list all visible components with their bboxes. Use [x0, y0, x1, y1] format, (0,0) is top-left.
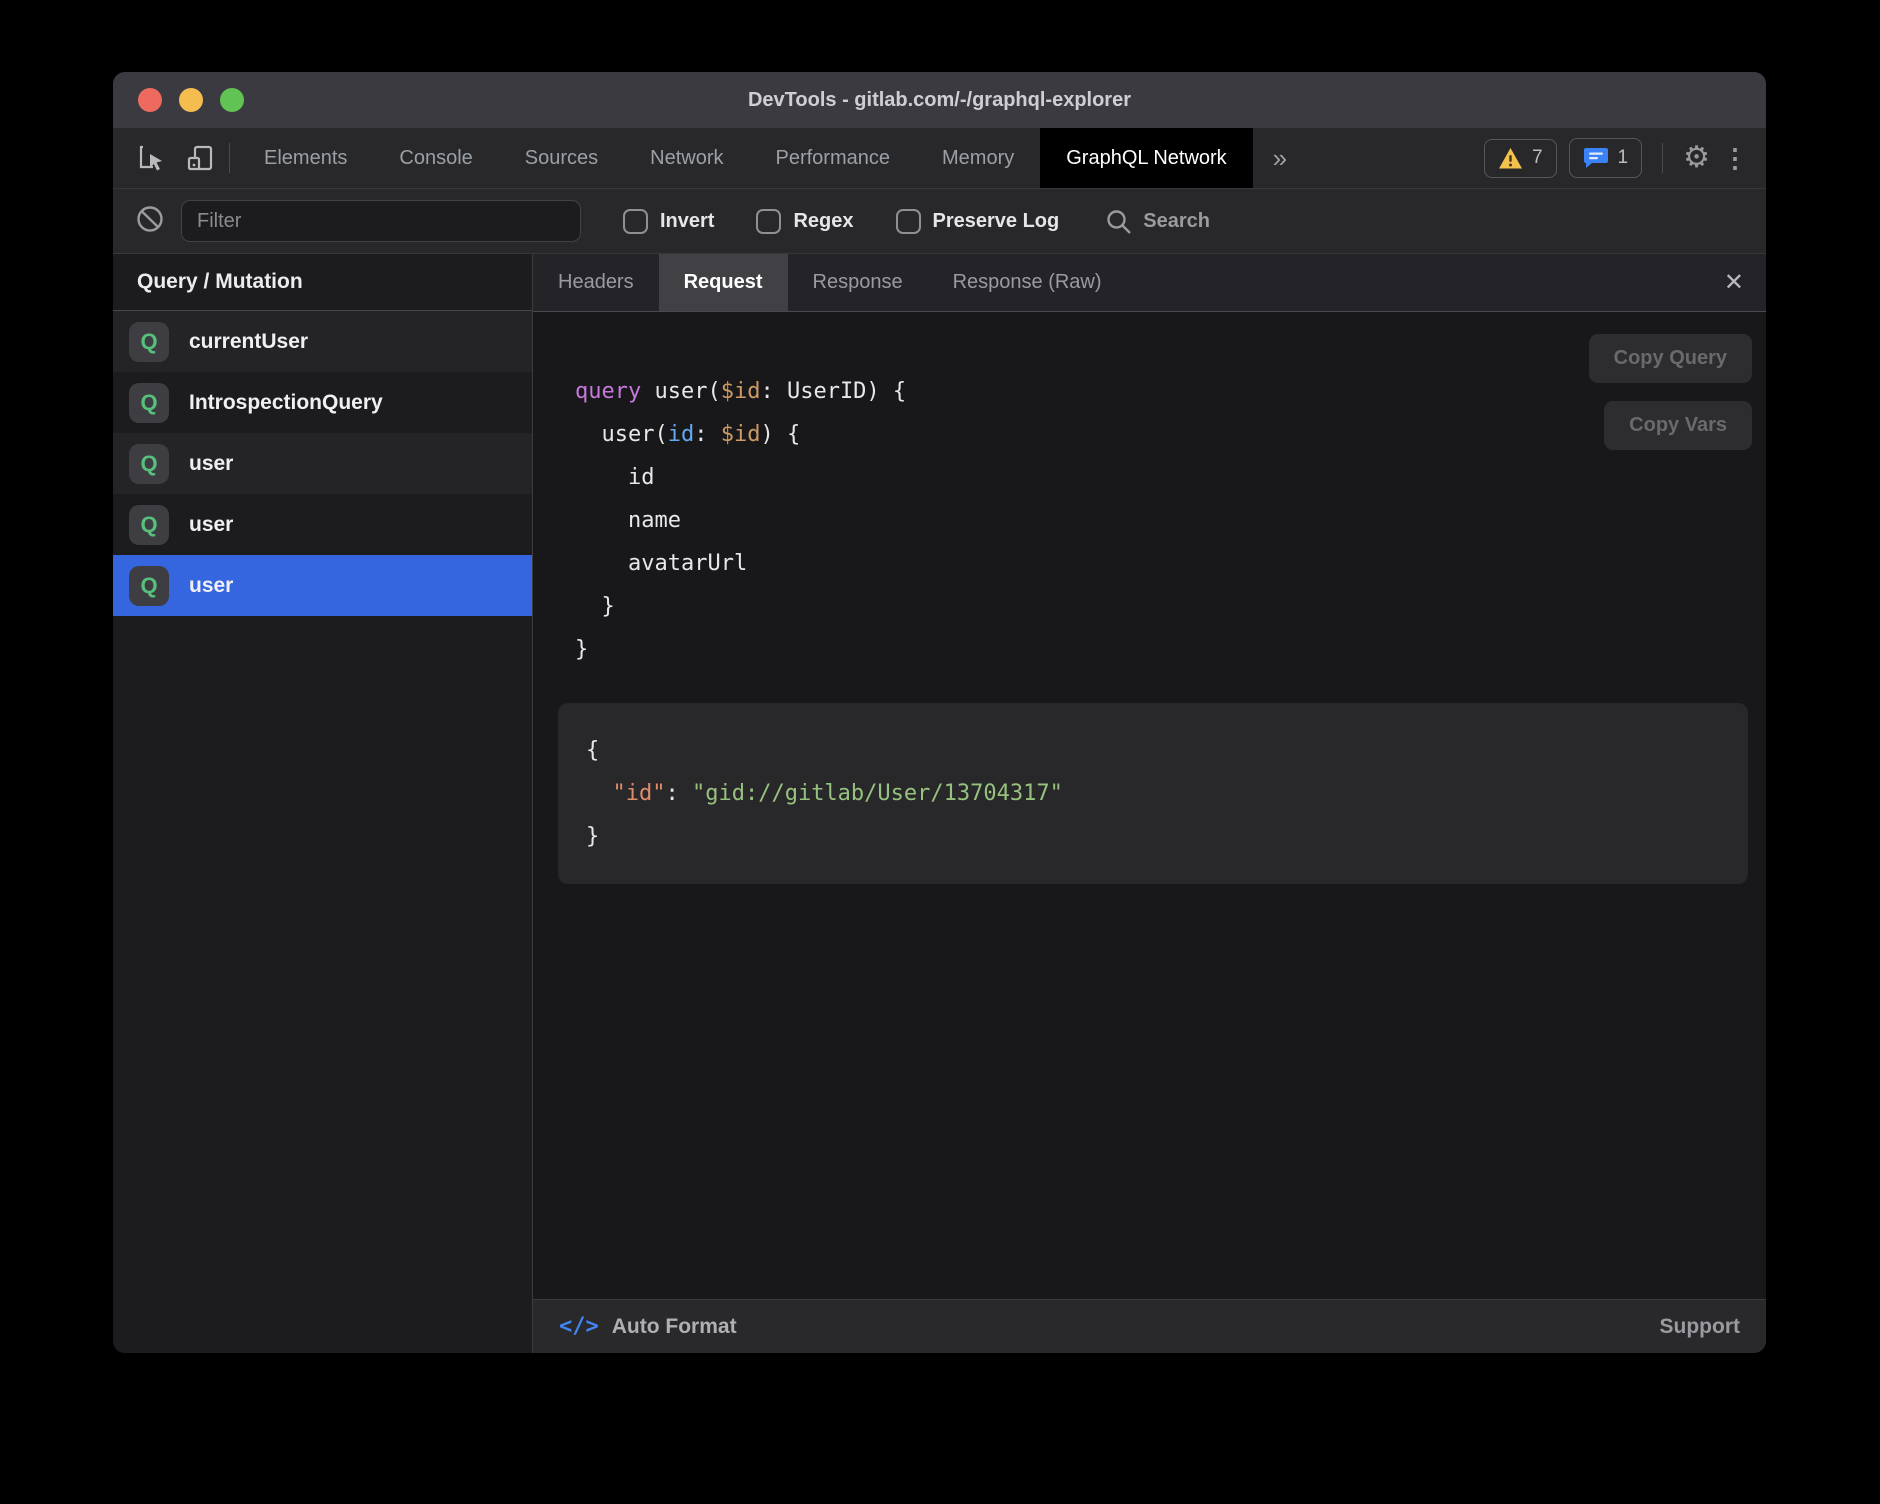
variables-box: { "id": "gid://gitlab/User/13704317"} — [558, 703, 1748, 884]
code-line: query user($id: UserID) { — [575, 370, 1750, 413]
query-name-label: IntrospectionQuery — [189, 391, 383, 415]
clear-block-icon[interactable] — [135, 204, 165, 239]
query-type-badge: Q — [129, 444, 169, 484]
variables-json-code[interactable]: { "id": "gid://gitlab/User/13704317"} — [586, 729, 1720, 858]
copy-query-button[interactable]: Copy Query — [1589, 334, 1752, 383]
warnings-count: 7 — [1532, 147, 1543, 169]
tabbar-right-controls: 7 1 ⚙ ⋮ — [1484, 128, 1766, 188]
auto-format-label: Auto Format — [612, 1315, 737, 1339]
code-line: "id": "gid://gitlab/User/13704317" — [586, 772, 1720, 815]
traffic-lights — [138, 88, 244, 112]
inspect-element-icon[interactable] — [131, 137, 173, 179]
query-list-sidebar: Query / Mutation QcurrentUserQIntrospect… — [113, 254, 533, 1353]
checkbox-regex[interactable]: Regex — [756, 209, 853, 234]
copy-vars-button[interactable]: Copy Vars — [1604, 401, 1752, 450]
search-control[interactable]: Search — [1105, 208, 1210, 235]
tabbar-right-separator — [1662, 143, 1663, 173]
checkbox-label: Invert — [660, 210, 714, 233]
zoom-window-button[interactable] — [220, 88, 244, 112]
detail-tabs: HeadersRequestResponseResponse (Raw) — [533, 254, 1127, 311]
query-name-label: user — [189, 574, 233, 598]
graphql-query-code[interactable]: query user($id: UserID) { user(id: $id) … — [575, 370, 1750, 671]
issues-count: 1 — [1618, 147, 1629, 169]
checkbox-box[interactable] — [756, 209, 781, 234]
request-content: Copy Query Copy Vars query user($id: Use… — [533, 312, 1766, 1299]
tab-elements[interactable]: Elements — [238, 128, 373, 188]
message-bubble-icon — [1583, 146, 1609, 170]
support-link[interactable]: Support — [1660, 1315, 1740, 1339]
search-icon — [1105, 208, 1132, 235]
auto-format-control[interactable]: </> Auto Format — [559, 1314, 737, 1339]
query-name-label: user — [189, 513, 233, 537]
settings-gear-icon[interactable]: ⚙ — [1683, 143, 1710, 173]
customize-menu-icon[interactable]: ⋮ — [1722, 143, 1748, 174]
code-line: avatarUrl — [575, 542, 1750, 585]
code-line: user(id: $id) { — [575, 413, 1750, 456]
code-brackets-icon: </> — [559, 1314, 599, 1339]
panel-tabs: ElementsConsoleSourcesNetworkPerformance… — [238, 128, 1253, 188]
close-detail-icon[interactable]: ✕ — [1702, 254, 1766, 311]
tab-performance[interactable]: Performance — [750, 128, 917, 188]
query-type-badge: Q — [129, 322, 169, 362]
window-title: DevTools - gitlab.com/-/graphql-explorer — [113, 89, 1766, 112]
checkbox-invert[interactable]: Invert — [623, 209, 714, 234]
query-name-label: currentUser — [189, 330, 308, 354]
tab-console[interactable]: Console — [373, 128, 498, 188]
code-line: } — [575, 628, 1750, 671]
checkbox-label: Preserve Log — [933, 210, 1060, 233]
detail-tab-response-raw[interactable]: Response (Raw) — [928, 254, 1127, 311]
copy-buttons: Copy Query Copy Vars — [1589, 334, 1752, 450]
query-name-label: user — [189, 452, 233, 476]
tab-network[interactable]: Network — [624, 128, 749, 188]
detail-footer: </> Auto Format Support — [533, 1299, 1766, 1353]
devtools-window: DevTools - gitlab.com/-/graphql-explorer — [113, 72, 1766, 1353]
sidebar-header: Query / Mutation — [113, 254, 532, 311]
detail-tab-request[interactable]: Request — [659, 254, 788, 311]
device-toolbar-icon[interactable] — [179, 137, 221, 179]
query-list: QcurrentUserQIntrospectionQueryQuserQuse… — [113, 311, 532, 616]
query-list-item[interactable]: Quser — [113, 555, 532, 616]
code-line: } — [575, 585, 1750, 628]
checkbox-label: Regex — [793, 210, 853, 233]
devtools-tab-bar: ElementsConsoleSourcesNetworkPerformance… — [113, 128, 1766, 188]
checkbox-preserve-log[interactable]: Preserve Log — [896, 209, 1060, 234]
tab-memory[interactable]: Memory — [916, 128, 1040, 188]
tab-sources[interactable]: Sources — [499, 128, 624, 188]
code-line: } — [586, 815, 1720, 858]
issues-badge[interactable]: 1 — [1569, 138, 1643, 178]
query-list-item[interactable]: Quser — [113, 494, 532, 555]
toolbar-separator — [229, 143, 230, 173]
toolbar-icons — [113, 128, 221, 188]
filter-bar: Invert Regex Preserve Log Search — [113, 188, 1766, 254]
search-label: Search — [1143, 210, 1210, 233]
title-bar: DevTools - gitlab.com/-/graphql-explorer — [113, 72, 1766, 128]
detail-tab-headers[interactable]: Headers — [533, 254, 659, 311]
warning-triangle-icon — [1498, 147, 1523, 170]
query-type-badge: Q — [129, 383, 169, 423]
query-type-badge: Q — [129, 505, 169, 545]
detail-tab-response[interactable]: Response — [788, 254, 928, 311]
query-list-item[interactable]: Quser — [113, 433, 532, 494]
code-line: name — [575, 499, 1750, 542]
close-window-button[interactable] — [138, 88, 162, 112]
main-area: Query / Mutation QcurrentUserQIntrospect… — [113, 254, 1766, 1353]
query-list-item[interactable]: Q IntrospectionQuery — [113, 372, 532, 433]
filter-input[interactable] — [181, 200, 581, 242]
detail-tab-bar: HeadersRequestResponseResponse (Raw) ✕ — [533, 254, 1766, 312]
desktop-background: DevTools - gitlab.com/-/graphql-explorer — [0, 0, 1880, 1504]
checkbox-box[interactable] — [623, 209, 648, 234]
code-line: { — [586, 729, 1720, 772]
checkbox-box[interactable] — [896, 209, 921, 234]
detail-pane: HeadersRequestResponseResponse (Raw) ✕ C… — [533, 254, 1766, 1353]
minimize-window-button[interactable] — [179, 88, 203, 112]
more-tabs-chevron-icon[interactable]: » — [1253, 128, 1307, 188]
tab-graphql-network[interactable]: GraphQL Network — [1040, 128, 1252, 188]
query-list-item[interactable]: QcurrentUser — [113, 311, 532, 372]
filter-checkboxes: Invert Regex Preserve Log — [581, 209, 1059, 234]
query-type-badge: Q — [129, 566, 169, 606]
code-line: id — [575, 456, 1750, 499]
warnings-badge[interactable]: 7 — [1484, 139, 1557, 178]
